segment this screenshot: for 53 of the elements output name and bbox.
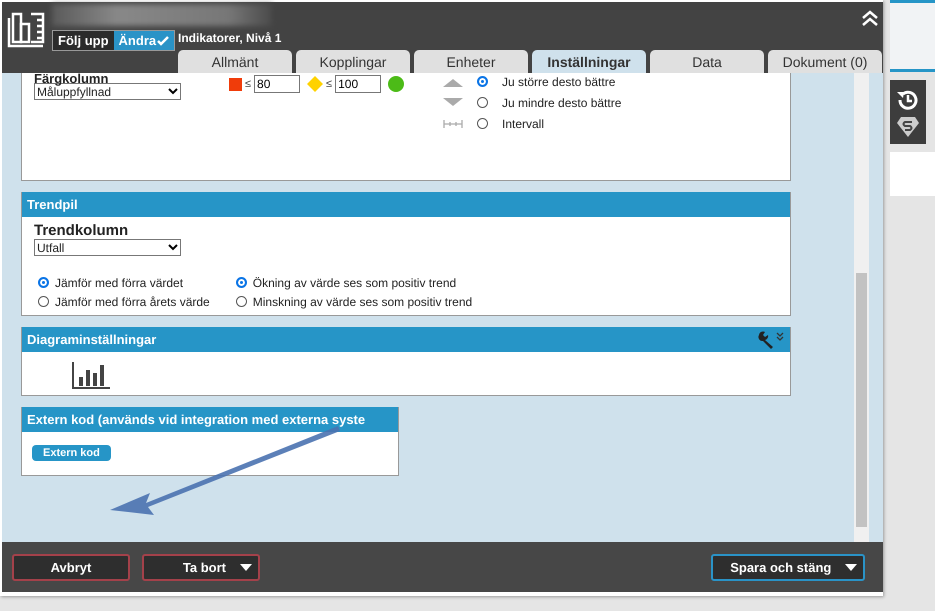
triangle-down-icon [443, 98, 463, 108]
tab[interactable]: Dokument (0) [768, 50, 882, 73]
caret-icon [845, 564, 858, 570]
dropdown-select[interactable]: Utfall [34, 239, 181, 256]
tab[interactable]: Inställningar [532, 50, 646, 73]
symbol-text: ≤ [245, 78, 252, 90]
tab[interactable]: Data [650, 50, 764, 73]
mode-toggle-button[interactable]: Följ upp [53, 31, 114, 50]
circle-icon [388, 76, 404, 92]
footer-button[interactable]: Avbryt [12, 554, 130, 580]
tab[interactable]: Allmänt [178, 50, 292, 73]
side-panel [890, 0, 935, 72]
side-panel [890, 152, 935, 196]
radio-button[interactable] [236, 277, 247, 288]
tab[interactable]: Kopplingar [296, 50, 410, 73]
radio-label: Jämför med förra värdet [55, 276, 184, 290]
bar-chart-icon[interactable] [72, 362, 110, 389]
radio-button[interactable] [477, 118, 488, 129]
panel-title: Extern kod (används vid integration med externa syste [22, 407, 398, 432]
radio-label: Jämför med förra årets värde [55, 294, 210, 308]
radio-label: Minskning av värde ses som positiv trend [252, 294, 472, 308]
field-label: Trendkolumn [34, 223, 130, 239]
radio-label: Ökning av värde ses som positiv trend [252, 276, 456, 290]
radio-button[interactable] [38, 296, 49, 307]
interval-icon [443, 120, 463, 128]
checkmark-icon [157, 36, 170, 46]
shield-icon[interactable] [896, 116, 920, 138]
collapse-icon[interactable] [861, 10, 880, 26]
scrollbar[interactable] [854, 73, 870, 542]
radio-button[interactable] [477, 97, 488, 108]
radio-label: Intervall [502, 116, 544, 130]
panel-title: Trendpil [22, 192, 790, 217]
save-button[interactable]: Spara och stäng [711, 554, 866, 580]
chevron-down-icon [168, 244, 178, 251]
threshold-input[interactable]: 100 [335, 75, 382, 93]
radio-label: Ju större desto bättre [502, 74, 616, 88]
panel-title: Diagraminställningar [27, 331, 156, 349]
threshold-input[interactable]: 80 [254, 75, 300, 93]
radio-button[interactable] [477, 76, 488, 87]
diamond-icon [307, 76, 324, 92]
symbol-text: ≤ [326, 78, 332, 90]
window-title: Indikatorer, Nivå 1 [178, 31, 282, 45]
tab[interactable]: Enheter [414, 50, 528, 73]
caret-icon [240, 564, 252, 570]
radio-button[interactable] [38, 277, 49, 288]
triangle-up-icon [443, 76, 463, 86]
chart-table-logo-icon [7, 10, 47, 50]
radio-label: Ju mindre desto bättre [502, 96, 622, 110]
square-icon [229, 78, 242, 90]
footer-button[interactable]: Ta bort [142, 554, 260, 580]
chevron-down-icon [168, 88, 178, 95]
radio-button[interactable] [236, 296, 247, 307]
wrench-icon[interactable] [757, 330, 786, 348]
